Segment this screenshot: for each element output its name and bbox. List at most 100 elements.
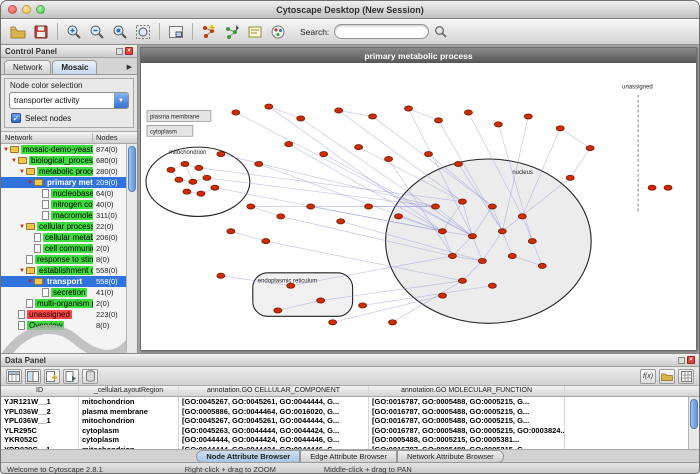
network-node[interactable] bbox=[287, 283, 295, 288]
zoom-fit-icon[interactable] bbox=[132, 21, 154, 43]
network-node[interactable] bbox=[405, 106, 413, 111]
network-node[interactable] bbox=[518, 214, 526, 219]
table-scrollbar-thumb[interactable] bbox=[690, 399, 698, 429]
network-node[interactable] bbox=[211, 185, 219, 190]
tree-row[interactable]: nitrogen compo...40(0) bbox=[1, 199, 127, 210]
table-row[interactable]: YPL036W__1mitochondrion[GO:0045267, GO:0… bbox=[1, 416, 699, 426]
tree-scrollbar[interactable] bbox=[126, 144, 137, 353]
close-window-icon[interactable] bbox=[8, 5, 17, 14]
matrix-icon[interactable] bbox=[678, 369, 694, 384]
network-node[interactable] bbox=[458, 278, 466, 283]
network-node[interactable] bbox=[395, 214, 403, 219]
network-node[interactable] bbox=[586, 146, 594, 151]
tab-mosaic[interactable]: Mosaic bbox=[52, 60, 97, 74]
network-node[interactable] bbox=[488, 283, 496, 288]
zoom-selected-icon[interactable] bbox=[109, 21, 131, 43]
network-node[interactable] bbox=[508, 253, 516, 258]
expand-arrow-icon[interactable]: ▼ bbox=[2, 147, 10, 153]
tab-edge-attribute-browser[interactable]: Edge Attribute Browser bbox=[300, 450, 397, 463]
network-node[interactable] bbox=[335, 108, 343, 113]
network-node[interactable] bbox=[448, 253, 456, 258]
tab-network[interactable]: Network bbox=[4, 60, 51, 74]
tree-row[interactable]: cell communica...2(0) bbox=[1, 243, 127, 254]
network-node[interactable] bbox=[337, 219, 345, 224]
network-node[interactable] bbox=[247, 204, 255, 209]
tree-row[interactable]: macromolecule...311(0) bbox=[1, 210, 127, 221]
network-node[interactable] bbox=[255, 161, 263, 166]
network-node[interactable] bbox=[355, 145, 363, 150]
network-node[interactable] bbox=[167, 167, 175, 172]
close-panel-icon[interactable]: × bbox=[125, 47, 133, 55]
network-node[interactable] bbox=[317, 298, 325, 303]
node-color-dropdown[interactable]: transporter activity ▼ bbox=[9, 92, 129, 109]
network-node[interactable] bbox=[297, 116, 305, 121]
expand-arrow-icon[interactable]: ▼ bbox=[26, 279, 34, 285]
new-network-icon[interactable] bbox=[198, 21, 220, 43]
network-canvas[interactable]: plasma membranecytoplasmmitochondrionnuc… bbox=[141, 63, 696, 350]
network-node[interactable] bbox=[320, 151, 328, 156]
tree-row[interactable]: cellular metabo...206(0) bbox=[1, 232, 127, 243]
vizmapper-icon[interactable] bbox=[267, 21, 289, 43]
network-node[interactable] bbox=[181, 161, 189, 166]
column-header[interactable]: _cellularLayoutRegion bbox=[79, 386, 179, 396]
title-bar[interactable]: Cytoscape Desktop (New Session) bbox=[1, 1, 699, 19]
network-node[interactable] bbox=[454, 161, 462, 166]
tree-row[interactable]: secretion41(0) bbox=[1, 287, 127, 298]
network-node[interactable] bbox=[285, 142, 293, 147]
network-node[interactable] bbox=[566, 175, 574, 180]
tree-row[interactable]: ▼transport558(0) bbox=[1, 276, 127, 287]
tree-row[interactable]: ▼establishment of lo...558(0) bbox=[1, 265, 127, 276]
network-node[interactable] bbox=[424, 151, 432, 156]
table-row[interactable]: YKR052Ccytoplasm[GO:0044444, GO:0044424,… bbox=[1, 435, 699, 445]
network-node[interactable] bbox=[524, 114, 532, 119]
tree-row[interactable]: multi-organism pro...2(0) bbox=[1, 298, 127, 309]
table-row[interactable]: YJR121W__1mitochondrion[GO:0045267, GO:0… bbox=[1, 397, 699, 407]
network-graph[interactable]: plasma membranecytoplasmmitochondrionnuc… bbox=[141, 63, 696, 350]
network-node[interactable] bbox=[277, 214, 285, 219]
select-nodes-checkbox[interactable]: ✓ bbox=[11, 113, 21, 123]
network-node[interactable] bbox=[528, 239, 536, 244]
open-attributes-icon[interactable] bbox=[659, 369, 675, 384]
network-node[interactable] bbox=[389, 320, 397, 325]
close-panel-icon[interactable]: × bbox=[687, 356, 695, 364]
function-builder-icon[interactable]: f(x) bbox=[640, 369, 656, 384]
column-header[interactable]: annotation.GO CELLULAR_COMPONENT bbox=[179, 386, 369, 396]
network-node[interactable] bbox=[468, 234, 476, 239]
network-node[interactable] bbox=[478, 258, 486, 263]
expand-arrow-icon[interactable]: ▼ bbox=[18, 169, 26, 175]
network-node[interactable] bbox=[648, 185, 656, 190]
network-node[interactable] bbox=[195, 165, 203, 170]
table-row[interactable]: YLR295Ccytoplasm[GO:0045263, GO:0044444,… bbox=[1, 426, 699, 436]
network-node[interactable] bbox=[197, 191, 205, 196]
table-scrollbar[interactable] bbox=[688, 397, 699, 449]
search-input[interactable] bbox=[334, 24, 429, 39]
search-go-icon[interactable] bbox=[430, 21, 452, 43]
table-row[interactable]: YDR039C__1mitochondrion[GO:0044444, GO:0… bbox=[1, 445, 699, 450]
network-node[interactable] bbox=[307, 204, 315, 209]
tree-scrollbar-thumb[interactable] bbox=[128, 146, 136, 192]
network-node[interactable] bbox=[498, 229, 506, 234]
new-attribute-icon[interactable] bbox=[44, 369, 60, 384]
network-node[interactable] bbox=[431, 204, 439, 209]
tree-col-nodes[interactable]: Nodes bbox=[93, 133, 118, 142]
tree-row[interactable]: ▼primary metab...209(0) bbox=[1, 177, 127, 188]
tree-row[interactable]: response to stimul...8(0) bbox=[1, 254, 127, 265]
expand-arrow-icon[interactable]: ▼ bbox=[26, 180, 34, 186]
network-node[interactable] bbox=[438, 229, 446, 234]
zoom-in-icon[interactable] bbox=[63, 21, 85, 43]
network-node[interactable] bbox=[488, 204, 496, 209]
network-node[interactable] bbox=[175, 177, 183, 182]
network-node[interactable] bbox=[385, 156, 393, 161]
annotation-icon[interactable] bbox=[244, 21, 266, 43]
tab-network-attribute-browser[interactable]: Network Attribute Browser bbox=[397, 450, 504, 463]
minimize-window-icon[interactable] bbox=[22, 5, 31, 14]
zoom-out-icon[interactable] bbox=[86, 21, 108, 43]
network-node[interactable] bbox=[227, 229, 235, 234]
tab-node-attribute-browser[interactable]: Node Attribute Browser bbox=[196, 450, 300, 463]
column-header[interactable]: annotation.GO MOLECULAR_FUNCTION bbox=[369, 386, 565, 396]
tree-row[interactable]: nucleobase...64(0) bbox=[1, 188, 127, 199]
network-node[interactable] bbox=[262, 239, 270, 244]
network-node[interactable] bbox=[556, 126, 564, 131]
tree-row[interactable]: ▼metabolic process280(0) bbox=[1, 166, 127, 177]
expand-arrow-icon[interactable]: ▼ bbox=[10, 158, 18, 164]
